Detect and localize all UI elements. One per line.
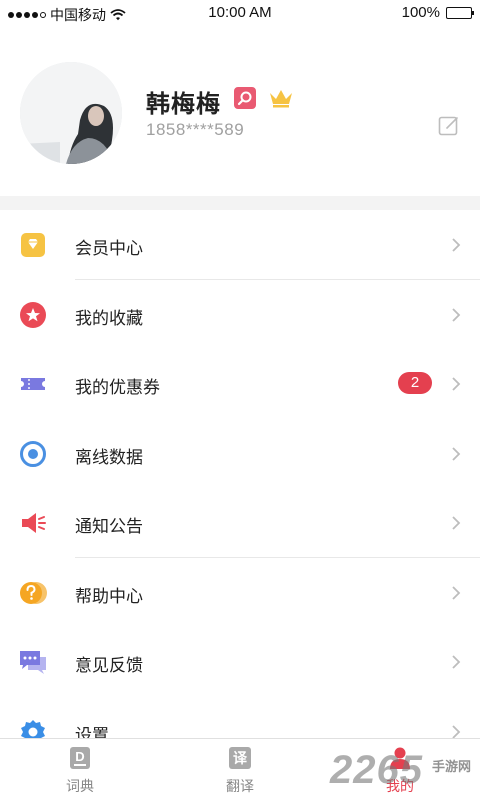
profile-header[interactable]: 韩梅梅 1858****589 xyxy=(0,26,480,196)
chevron-right-icon xyxy=(452,516,461,530)
menu-item-notices[interactable]: 通知公告 xyxy=(0,488,480,558)
menu-item-coupons[interactable]: 我的优惠券 2 xyxy=(0,349,480,419)
chevron-right-icon xyxy=(452,238,461,252)
username: 韩梅梅 xyxy=(146,91,221,118)
download-icon xyxy=(20,440,46,467)
ticket-icon xyxy=(21,378,45,390)
tab-label: 词典 xyxy=(66,778,94,794)
status-bar: 中国移动 10:00 AM 100% xyxy=(0,0,480,26)
tab-label: 翻译 xyxy=(226,778,254,794)
menu-item-membership[interactable]: 会员中心 xyxy=(0,210,480,280)
chevron-right-icon xyxy=(452,307,461,322)
coupon-count-badge: 2 xyxy=(398,372,432,394)
battery-icon xyxy=(446,6,474,19)
tab-dictionary[interactable]: D 词典 xyxy=(0,739,160,801)
menu-list: 会员中心 我的收藏 我的优惠券 2 离线数据 通知公告 帮助中心 意见反馈 设置 xyxy=(0,210,480,766)
help-icon xyxy=(20,581,47,604)
menu-item-label: 帮助中心 xyxy=(75,586,143,606)
edit-icon[interactable] xyxy=(438,115,460,137)
menu-item-favorites[interactable]: 我的收藏 xyxy=(0,279,480,349)
translate-icon: 译 xyxy=(229,747,251,769)
tab-translate[interactable]: 译 翻译 xyxy=(160,739,320,801)
dictionary-icon: D xyxy=(70,747,90,769)
watermark-logo: 2265 xyxy=(330,748,423,792)
avatar[interactable] xyxy=(20,62,122,164)
status-right: 100% xyxy=(401,4,474,21)
search-icon xyxy=(234,87,256,109)
menu-item-label: 会员中心 xyxy=(75,239,143,258)
menu-item-label: 意见反馈 xyxy=(75,656,143,675)
megaphone-icon xyxy=(22,513,46,533)
menu-item-label: 通知公告 xyxy=(75,517,143,536)
menu-item-feedback[interactable]: 意见反馈 xyxy=(0,627,480,697)
menu-item-label: 离线数据 xyxy=(75,447,143,467)
crown-icon xyxy=(268,87,294,109)
star-icon xyxy=(20,301,46,328)
dictionary-glyph: D xyxy=(75,749,84,764)
battery-percent: 100% xyxy=(401,4,440,21)
chevron-right-icon xyxy=(452,655,461,669)
translate-glyph: 译 xyxy=(233,751,248,767)
chevron-right-icon xyxy=(452,377,461,391)
feedback-icon xyxy=(20,651,46,674)
menu-item-help[interactable]: 帮助中心 xyxy=(0,557,480,627)
chevron-right-icon xyxy=(452,585,461,600)
menu-item-offline-data[interactable]: 离线数据 xyxy=(0,418,480,488)
menu-item-label: 我的优惠券 xyxy=(75,378,160,397)
section-divider xyxy=(0,196,480,210)
diamond-icon xyxy=(21,233,45,257)
watermark-text: 手游网 xyxy=(432,759,472,774)
chevron-right-icon xyxy=(452,446,461,461)
menu-item-label: 我的收藏 xyxy=(75,308,143,328)
phone-number: 1858****589 xyxy=(146,120,245,139)
